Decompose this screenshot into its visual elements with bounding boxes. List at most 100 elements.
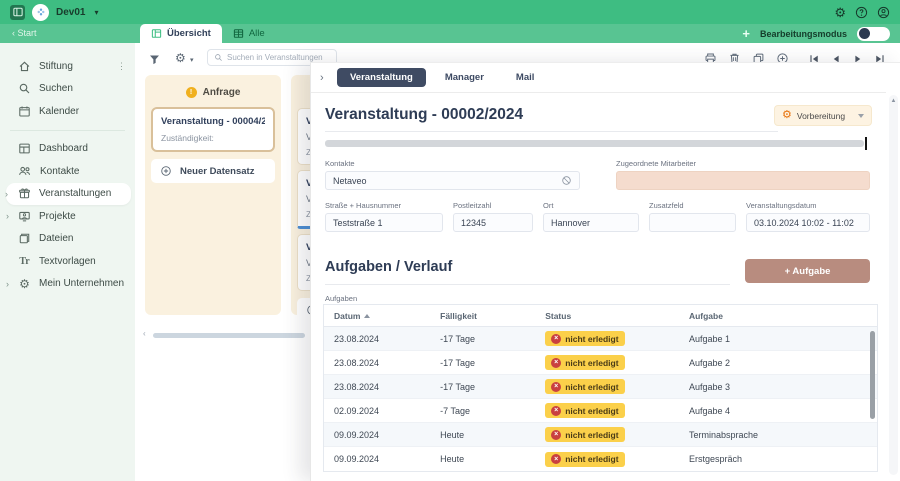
status-badge: ×nicht erledigt [545, 403, 624, 418]
sidebar-item-label: Kontakte [40, 166, 79, 177]
table-row[interactable]: 09.09.2024 Heute ×nicht erledigt Termina… [324, 423, 877, 447]
unlink-icon[interactable] [561, 175, 572, 186]
settings-gear-icon[interactable]: ⚙ [834, 6, 846, 19]
sidebar-item-suchen[interactable]: Suchen [0, 78, 135, 101]
collapse-panel-chevron-icon[interactable]: › [320, 72, 324, 84]
user-account-icon[interactable] [877, 6, 890, 19]
cell-datum: 23.08.2024 [324, 382, 440, 392]
sidebar-toggle-icon[interactable] [10, 5, 25, 20]
sidebar-item-label: Dateien [39, 233, 73, 244]
cell-status: ×nicht erledigt [545, 331, 689, 346]
cell-datum: 09.09.2024 [324, 430, 440, 440]
sidebar-item-dateien[interactable]: Dateien [0, 228, 135, 251]
panel-tab-veranstaltung[interactable]: Veranstaltung [337, 68, 426, 87]
chevron-right-icon[interactable]: › [6, 211, 9, 221]
field-value: Hannover [551, 218, 590, 228]
plz-field[interactable]: 12345 [453, 213, 533, 232]
sidebar-item-textvorlagen[interactable]: Tr Textvorlagen [0, 250, 135, 273]
sidebar-item-veranstaltungen[interactable]: › Veranstaltungen [6, 183, 131, 206]
status-dot-icon: ! [186, 87, 197, 98]
cell-status: ×nicht erledigt [545, 452, 689, 467]
x-circle-icon: × [551, 430, 561, 440]
tab-label: Alle [249, 28, 265, 39]
kontakte-field[interactable]: Netaveo [325, 171, 580, 190]
strasse-field[interactable]: Teststraße 1 [325, 213, 443, 232]
field-label: Kontakte [325, 159, 580, 168]
grid-icon [233, 28, 244, 39]
sidebar-item-label: Dashboard [39, 143, 88, 154]
column-header-faelligkeit[interactable]: Fälligkeit [440, 311, 545, 321]
section-title: Aufgaben / Verlauf [325, 259, 730, 285]
cell-status: ×nicht erledigt [545, 379, 689, 394]
sidebar-item-kontakte[interactable]: Kontakte [0, 160, 135, 183]
gear-dropdown-chevron-icon[interactable]: ▾ [190, 56, 194, 64]
filter-funnel-icon[interactable] [148, 53, 161, 66]
horizontal-scrollbar[interactable] [153, 333, 305, 338]
sidebar-item-label: Textvorlagen [39, 256, 96, 267]
sidebar-item-kalender[interactable]: Kalender [0, 100, 135, 123]
panel-tabs: Veranstaltung Manager Mail [337, 68, 547, 87]
edit-mode-toggle[interactable] [857, 27, 890, 41]
field-label: Zusatzfeld [649, 201, 736, 210]
workspace-logo[interactable] [32, 4, 49, 21]
edit-mode-label: Bearbeitungsmodus [760, 29, 847, 39]
kebab-menu-icon[interactable]: ⋮ [117, 61, 126, 72]
sidebar-item-dashboard[interactable]: Dashboard [0, 138, 135, 161]
x-circle-icon: × [551, 382, 561, 392]
table-row[interactable]: 02.09.2024 -7 Tage ×nicht erledigt Aufga… [324, 399, 877, 423]
tab-uebersicht[interactable]: Übersicht [140, 24, 222, 43]
panel-tab-manager[interactable]: Manager [432, 68, 497, 87]
add-task-button[interactable]: + Aufgabe [745, 259, 870, 283]
field-value: Netaveo [333, 176, 367, 186]
table-row[interactable]: 09.09.2024 Heute ×nicht erledigt Erstges… [324, 447, 877, 471]
cell-aufgabe: Terminabsprache [689, 430, 877, 440]
panel-vertical-scrollbar[interactable]: ▲ [889, 95, 898, 475]
top-bar: Dev01 ▾ ⚙ [0, 0, 900, 24]
scroll-left-arrow-icon[interactable]: ‹ [143, 329, 146, 338]
search-input[interactable] [227, 53, 330, 62]
workspace-name[interactable]: Dev01 [56, 7, 85, 18]
sidebar-item-stiftung[interactable]: Stiftung ⋮ [0, 55, 135, 78]
cell-status: ×nicht erledigt [545, 403, 689, 418]
kanban-card[interactable]: Veranstaltung - 00004/2... Zuständigkeit… [151, 107, 275, 152]
column-header-aufgabe[interactable]: Aufgabe [689, 311, 877, 321]
veranstaltungsdatum-field[interactable]: 03.10.2024 10:02 - 11:02 [746, 213, 870, 232]
panel-tab-mail[interactable]: Mail [503, 68, 547, 87]
sidebar-divider [10, 130, 125, 131]
mitarbeiter-field[interactable] [616, 171, 870, 190]
column-header-datum[interactable]: Datum [324, 311, 440, 321]
cell-faelligkeit: Heute [440, 454, 545, 464]
zusatzfeld-field[interactable] [649, 213, 736, 232]
new-record-button[interactable]: Neuer Datensatz [151, 159, 275, 183]
tab-alle[interactable]: Alle [222, 24, 276, 43]
view-settings-gear-icon[interactable]: ⚙ [175, 52, 186, 64]
status-badge: ×nicht erledigt [545, 427, 624, 442]
status-dropdown[interactable]: ⚙ Vorbereitung [774, 105, 872, 126]
help-icon[interactable] [855, 6, 868, 19]
ort-field[interactable]: Hannover [543, 213, 639, 232]
table-label: Aufgaben [325, 294, 357, 303]
status-badge: ×nicht erledigt [545, 379, 624, 394]
sidebar-item-mein-unternehmen[interactable]: › ⚙ Mein Unternehmen [0, 273, 135, 296]
cell-aufgabe: Aufgabe 1 [689, 334, 877, 344]
chevron-right-icon[interactable]: › [5, 189, 8, 199]
navigation-bar: ‹ Start Übersicht Alle + Bearbeitungsmod… [0, 24, 900, 43]
x-circle-icon: × [551, 454, 561, 464]
chevron-right-icon[interactable]: › [6, 279, 9, 289]
sidebar-item-projekte[interactable]: › Projekte [0, 205, 135, 228]
workspace-chevron-down-icon[interactable]: ▾ [94, 8, 98, 17]
column-header-status[interactable]: Status [545, 311, 689, 321]
back-link[interactable]: ‹ Start [12, 28, 37, 38]
table-vertical-scrollbar[interactable] [870, 331, 875, 419]
sidebar: Stiftung ⋮ Suchen Kalender Dashboard Kon… [0, 43, 135, 481]
table-row[interactable]: 23.08.2024 -17 Tage ×nicht erledigt Aufg… [324, 327, 877, 351]
table-row[interactable]: 23.08.2024 -17 Tage ×nicht erledigt Aufg… [324, 375, 877, 399]
x-circle-icon: × [551, 358, 561, 368]
record-title: Veranstaltung - 00002/2024 [325, 106, 778, 132]
table-row[interactable]: 23.08.2024 -17 Tage ×nicht erledigt Aufg… [324, 351, 877, 375]
task-table: Datum Fälligkeit Status Aufgabe 23.08.20… [323, 304, 878, 472]
add-tab-button[interactable]: + [742, 26, 750, 41]
calendar-icon [18, 105, 31, 118]
status-badge: ×nicht erledigt [545, 452, 624, 467]
new-record-label: Neuer Datensatz [180, 166, 254, 177]
